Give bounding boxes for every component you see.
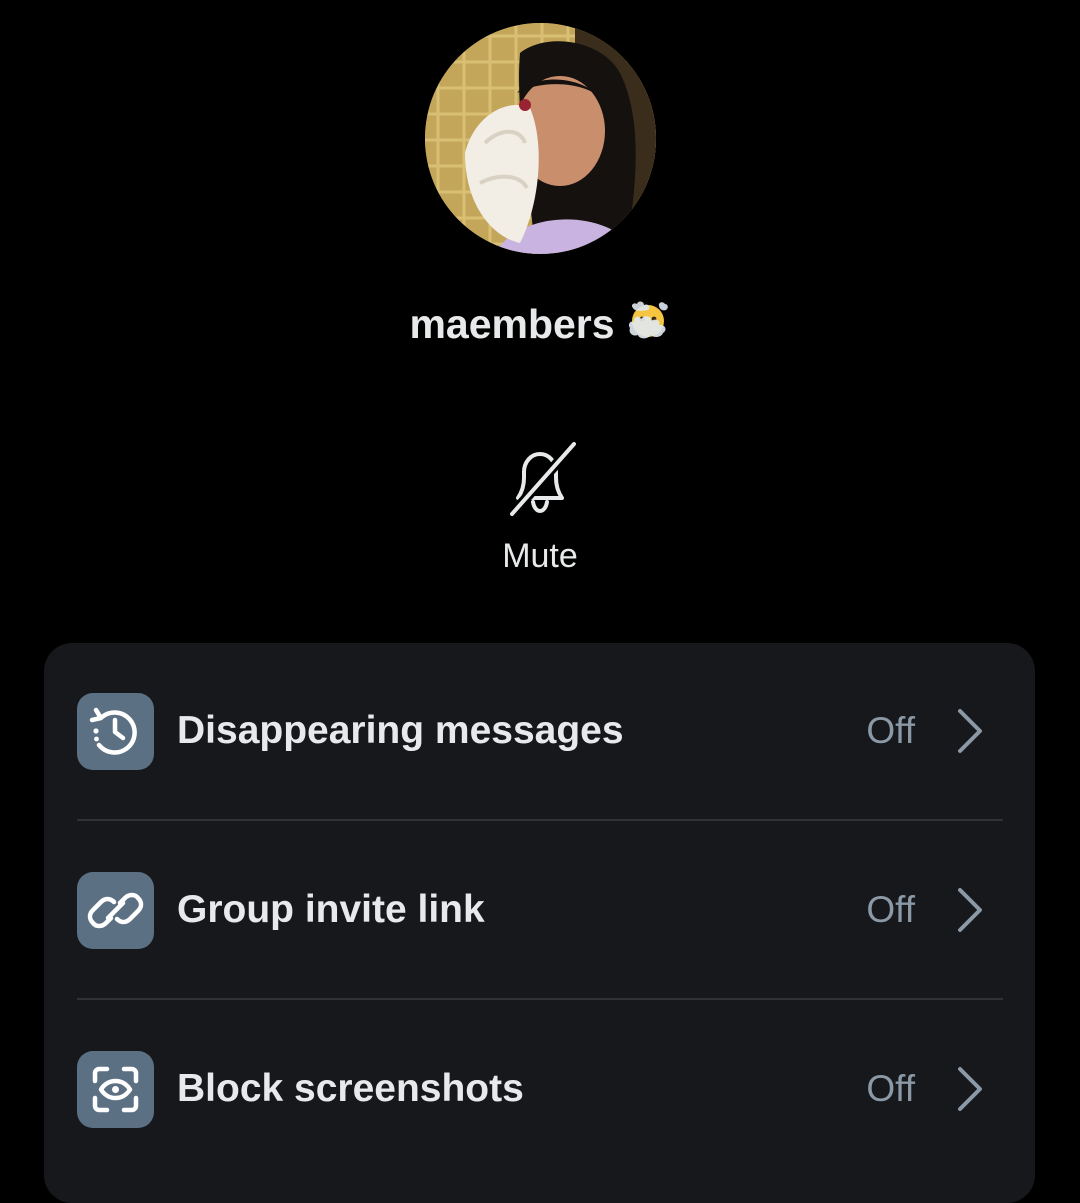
- screenshot-block-icon: [77, 1051, 154, 1128]
- setting-value: Off: [866, 889, 915, 930]
- chevron-right-icon: [958, 709, 982, 753]
- setting-value: Off: [866, 710, 915, 751]
- avatar-photo: [425, 23, 656, 254]
- setting-row-block-screenshots[interactable]: Block screenshots Off: [44, 1000, 1035, 1178]
- timer-history-icon: [77, 693, 154, 770]
- setting-label: Group invite link: [177, 888, 485, 931]
- setting-row-disappearing-messages[interactable]: Disappearing messages Off: [44, 643, 1035, 821]
- setting-row-group-invite-link[interactable]: Group invite link Off: [44, 821, 1035, 999]
- group-avatar[interactable]: [425, 23, 656, 254]
- face-in-clouds-emoji: [625, 298, 671, 355]
- setting-label: Block screenshots: [177, 1067, 524, 1110]
- setting-label: Disappearing messages: [177, 709, 624, 752]
- bell-off-icon: [508, 440, 578, 518]
- conversation-title: maembers: [0, 298, 1080, 355]
- chevron-right-icon: [958, 888, 982, 932]
- conversation-name: maembers: [409, 301, 615, 347]
- chevron-right-icon: [958, 1067, 982, 1111]
- mute-label: Mute: [502, 537, 578, 575]
- setting-value: Off: [866, 1068, 915, 1109]
- link-icon: [77, 872, 154, 949]
- conversation-settings-card: Disappearing messages Off Group invite l…: [44, 643, 1035, 1203]
- mute-button[interactable]: Mute: [470, 432, 610, 582]
